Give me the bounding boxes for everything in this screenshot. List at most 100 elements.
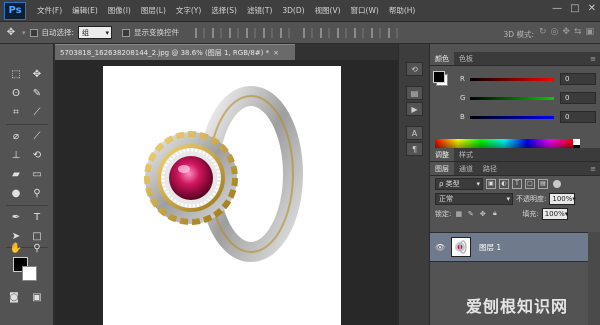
menu-edit[interactable]: 编辑(E) [67, 5, 103, 16]
tab-channels[interactable]: 通道 [454, 162, 478, 175]
auto-select-dropdown[interactable]: 组 ▾ [78, 26, 113, 39]
blue-slider[interactable] [470, 115, 554, 119]
type-tool-icon[interactable]: T [28, 209, 46, 225]
paragraph-panel-icon[interactable]: ¶ [406, 142, 423, 156]
menu-type[interactable]: 文字(Y) [171, 5, 206, 16]
tab-swatches[interactable]: 色板 [454, 52, 478, 65]
pixel-filter-icon[interactable]: ▣ [486, 178, 496, 189]
menu-3d[interactable]: 3D(D) [277, 6, 309, 15]
distribute-vcenter-icon[interactable] [320, 27, 331, 38]
layers-scrollbar[interactable] [588, 232, 600, 325]
move-tool-preset-icon[interactable]: ✥ [4, 26, 18, 40]
3d-slide-icon[interactable]: ⇆ [574, 27, 582, 37]
history-panel-icon[interactable]: ⟲ [406, 62, 423, 76]
panel-menu-icon[interactable]: ≡ [590, 52, 600, 65]
canvas-area[interactable] [55, 60, 398, 325]
show-transform-checkbox[interactable] [122, 28, 131, 37]
menu-window[interactable]: 窗口(W) [346, 5, 384, 16]
gradient-tool-icon[interactable]: ▭ [28, 166, 46, 182]
blend-mode-dropdown[interactable]: 正常 ▾ [435, 192, 513, 205]
blue-value-input[interactable]: 0 [560, 111, 596, 123]
crop-tool-icon[interactable]: ⌗ [7, 104, 25, 120]
tab-layers[interactable]: 图层 [430, 162, 454, 175]
smart-object-filter-icon[interactable]: ▤ [538, 178, 548, 189]
tab-adjustments[interactable]: 调整 [430, 148, 454, 161]
actions-panel-icon[interactable]: ▶ [406, 102, 423, 116]
minimize-button[interactable]: — [552, 3, 562, 14]
pen-tool-icon[interactable]: ✒ [7, 209, 25, 225]
align-left-icon[interactable] [246, 27, 257, 38]
distribute-bottom-icon[interactable] [337, 27, 348, 38]
lock-all-icon[interactable]: 🔒︎ [490, 209, 499, 218]
close-button[interactable]: ✕ [588, 3, 596, 14]
clone-stamp-tool-icon[interactable]: ⊥ [7, 147, 25, 163]
layer-row[interactable]: 👁︎ 图层 1 [430, 232, 588, 262]
auto-select-checkbox[interactable] [29, 28, 38, 37]
fill-input[interactable]: 100% ▾ [541, 207, 568, 220]
visibility-eye-icon[interactable]: 👁︎ [435, 243, 447, 252]
quick-mask-icon[interactable]: ◙ [5, 289, 23, 305]
eyedropper-tool-icon[interactable]: ⟋ [28, 104, 46, 120]
tab-paths[interactable]: 路径 [478, 162, 502, 175]
3d-rotate-icon[interactable]: ↻ [539, 27, 547, 37]
eraser-tool-icon[interactable]: ▰ [7, 166, 25, 182]
align-right-icon[interactable] [280, 27, 291, 38]
red-slider[interactable] [470, 77, 554, 81]
3d-roll-icon[interactable]: ◎ [551, 27, 559, 37]
layer-name[interactable]: 图层 1 [479, 242, 501, 253]
menu-view[interactable]: 视图(V) [310, 5, 346, 16]
type-filter-icon[interactable]: T [512, 178, 522, 189]
green-value-input[interactable]: 0 [560, 92, 596, 104]
layer-kind-filter[interactable]: ρ 类型 ▾ [435, 177, 483, 190]
distribute-right-icon[interactable] [388, 27, 399, 38]
layers-menu-icon[interactable]: ≡ [590, 162, 600, 175]
menu-help[interactable]: 帮助(H) [384, 5, 421, 16]
lock-image-icon[interactable]: ✎ [466, 209, 475, 218]
healing-brush-tool-icon[interactable]: ⌀ [7, 128, 25, 144]
3d-scale-icon[interactable]: ▣ [585, 27, 594, 37]
align-vcenter-icon[interactable] [212, 27, 223, 38]
dodge-tool-icon[interactable]: ⚲ [28, 185, 46, 201]
properties-panel-icon[interactable]: ▤ [406, 86, 423, 100]
lock-transparent-icon[interactable]: ▦ [454, 209, 463, 218]
distribute-hcenter-icon[interactable] [371, 27, 382, 38]
menu-file[interactable]: 文件(F) [32, 5, 67, 16]
3d-pan-icon[interactable]: ✥ [562, 27, 570, 37]
align-bottom-icon[interactable] [229, 27, 240, 38]
lock-position-icon[interactable]: ✥ [478, 209, 487, 218]
distribute-left-icon[interactable] [354, 27, 365, 38]
history-brush-tool-icon[interactable]: ⟲ [28, 147, 46, 163]
quick-select-tool-icon[interactable]: ✎ [28, 85, 46, 101]
green-slider[interactable] [470, 96, 554, 100]
shape-filter-icon[interactable]: □ [525, 178, 535, 189]
menu-filter[interactable]: 滤镜(T) [242, 5, 277, 16]
zoom-tool-icon[interactable]: ⚲ [28, 240, 46, 256]
adjustment-filter-icon[interactable]: ◐ [499, 178, 509, 189]
tab-color[interactable]: 颜色 [430, 52, 454, 65]
maximize-button[interactable]: □ [570, 3, 579, 14]
character-panel-icon[interactable]: A [406, 126, 423, 140]
brush-tool-icon[interactable]: ⟋ [28, 128, 46, 144]
blur-tool-icon[interactable]: ● [7, 185, 25, 201]
opacity-input[interactable]: 100% ▾ [549, 192, 576, 205]
document-canvas[interactable] [103, 66, 341, 325]
filter-toggle-icon[interactable] [553, 179, 561, 188]
red-value-input[interactable]: 0 [560, 73, 596, 85]
lasso-tool-icon[interactable]: ʘ [7, 85, 25, 101]
color-fg-swatch[interactable] [433, 71, 445, 83]
menu-image[interactable]: 图像(I) [103, 5, 136, 16]
menu-select[interactable]: 选择(S) [206, 5, 242, 16]
align-hcenter-icon[interactable] [263, 27, 274, 38]
move-tool-icon[interactable]: ✥ [28, 66, 46, 82]
document-tab[interactable]: 5703818_162638208144_2.jpg @ 38.6% (图层 1… [55, 44, 295, 60]
tab-styles[interactable]: 样式 [454, 148, 478, 161]
document-close-icon[interactable]: × [273, 49, 279, 57]
distribute-top-icon[interactable] [303, 27, 314, 38]
screen-mode-icon[interactable]: ▣ [28, 289, 46, 305]
marquee-tool-icon[interactable]: ⬚ [7, 66, 25, 82]
opacity-label: 不透明度: [516, 194, 547, 203]
background-color-swatch[interactable] [22, 266, 37, 281]
menu-layer[interactable]: 图层(L) [136, 5, 171, 16]
hand-tool-icon[interactable]: ✋ [7, 240, 25, 256]
align-top-icon[interactable] [195, 27, 206, 38]
